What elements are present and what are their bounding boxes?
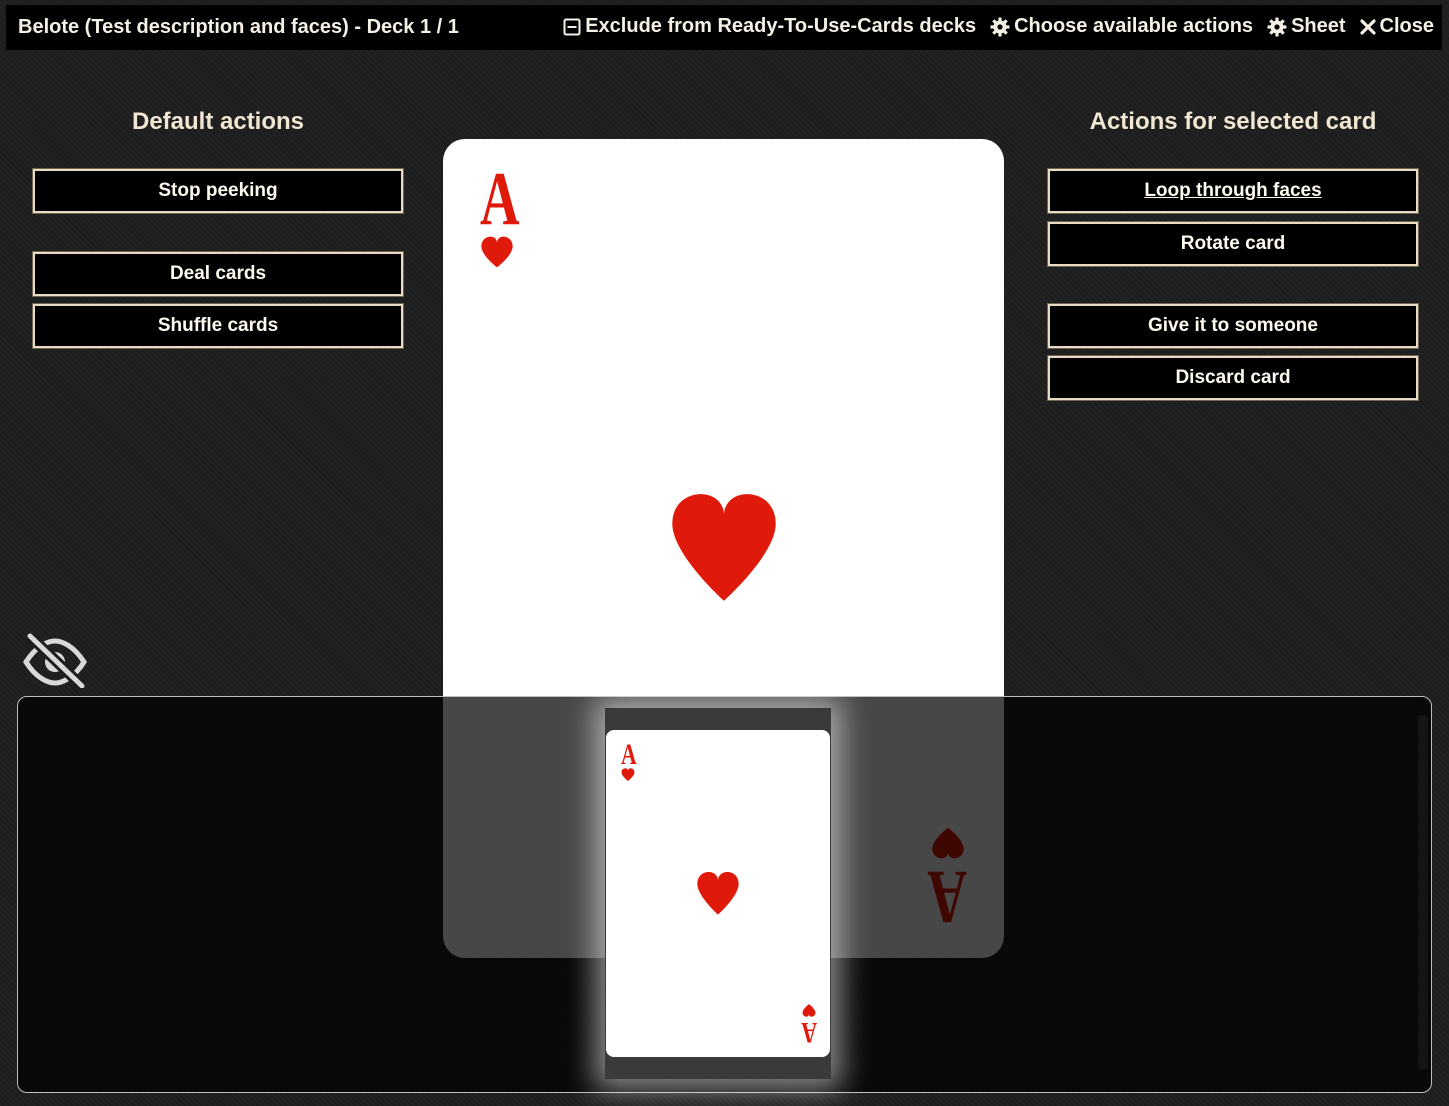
discard-card-label: Discard card bbox=[1175, 367, 1291, 388]
gear-icon bbox=[1267, 17, 1287, 37]
selected-card-actions-title: Actions for selected card bbox=[1089, 108, 1377, 135]
gear-icon bbox=[990, 17, 1010, 37]
heart-icon bbox=[621, 768, 635, 787]
sheet-button[interactable]: Sheet bbox=[1267, 15, 1346, 38]
heart-icon bbox=[669, 492, 779, 609]
close-icon bbox=[1359, 18, 1376, 35]
minus-square-icon bbox=[563, 18, 581, 36]
stop-peeking-button[interactable]: Stop peeking bbox=[33, 169, 403, 213]
loop-faces-button[interactable]: Loop through faces bbox=[1048, 169, 1418, 213]
deck-window: Belote (Test description and faces) - De… bbox=[0, 0, 1449, 1106]
title-bar: Belote (Test description and faces) - De… bbox=[6, 5, 1442, 50]
stop-peeking-label: Stop peeking bbox=[158, 180, 278, 201]
header-actions: Exclude from Ready-To-Use-Cards decks Ch… bbox=[563, 15, 1434, 38]
loop-faces-label: Loop through faces bbox=[1144, 180, 1322, 201]
hand-card[interactable]: A A bbox=[606, 730, 830, 1057]
close-label: Close bbox=[1379, 15, 1434, 37]
sheet-label: Sheet bbox=[1291, 15, 1346, 37]
eye-slash-icon[interactable] bbox=[22, 632, 88, 693]
deal-cards-label: Deal cards bbox=[169, 263, 267, 284]
tray-scrollbar[interactable] bbox=[1418, 715, 1428, 1070]
discard-card-button[interactable]: Discard card bbox=[1048, 356, 1418, 400]
give-card-button[interactable]: Give it to someone bbox=[1048, 304, 1418, 348]
shuffle-cards-label: Shuffle cards bbox=[157, 315, 279, 336]
rotate-card-button[interactable]: Rotate card bbox=[1048, 222, 1418, 266]
hand-card-rank: A bbox=[621, 738, 637, 771]
rotate-card-label: Rotate card bbox=[1180, 233, 1286, 254]
card-corner-rank: A bbox=[480, 157, 520, 241]
give-card-label: Give it to someone bbox=[1148, 315, 1318, 336]
window-title: Belote (Test description and faces) - De… bbox=[18, 16, 459, 38]
exclude-from-ready-decks-button[interactable]: Exclude from Ready-To-Use-Cards decks bbox=[563, 15, 976, 38]
choose-actions-button[interactable]: Choose available actions bbox=[990, 15, 1253, 38]
shuffle-cards-button[interactable]: Shuffle cards bbox=[33, 304, 403, 348]
choose-actions-label: Choose available actions bbox=[1014, 15, 1254, 37]
deal-cards-button[interactable]: Deal cards bbox=[33, 252, 403, 296]
heart-icon bbox=[480, 236, 514, 275]
heart-icon bbox=[696, 871, 740, 921]
hand-card-rank-inverted: A bbox=[801, 1016, 817, 1049]
exclude-label: Exclude from Ready-To-Use-Cards decks bbox=[585, 15, 977, 37]
close-button[interactable]: Close bbox=[1359, 15, 1434, 38]
default-actions-title: Default actions bbox=[131, 108, 305, 135]
